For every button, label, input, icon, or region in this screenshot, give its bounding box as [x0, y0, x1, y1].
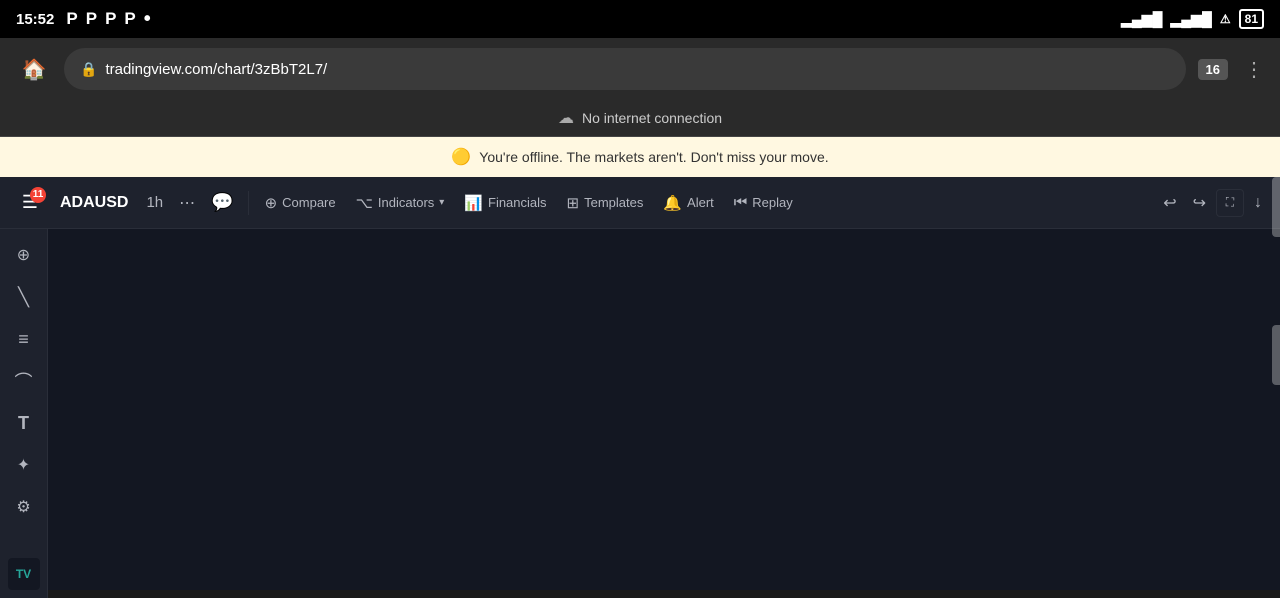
fullscreen-button[interactable]: ⛶ — [1216, 189, 1244, 217]
alert-button[interactable]: 🔔 Alert — [655, 190, 721, 216]
url-text: tradingview.com/chart/3zBbT2L7/ — [105, 61, 327, 78]
app-icon-1: P — [66, 9, 77, 29]
timeframe-button[interactable]: 1h — [140, 190, 169, 215]
sidebar-horizontal-line-button[interactable]: ≡ — [6, 321, 42, 357]
dot-indicator: • — [144, 8, 151, 31]
replay-label: Replay — [752, 195, 792, 210]
url-bar[interactable]: 🔒 tradingview.com/chart/3zBbT2L7/ — [64, 48, 1186, 90]
indicators-icon: ⌥ — [356, 194, 373, 212]
chat-icon[interactable]: 💬 — [205, 188, 239, 217]
swipe-handle-bottom — [1272, 325, 1280, 385]
indicators-button[interactable]: ⌥ Indicators ▾ — [348, 190, 453, 216]
status-bar: 15:52 P P P P • ▂▄▆█ ▂▄▆█ ⚠ 81 — [0, 0, 1280, 38]
warning-triangle-icon: ⚠ — [1220, 12, 1231, 26]
toolbar-separator — [248, 191, 249, 215]
browser-bar: 🏠 🔒 tradingview.com/chart/3zBbT2L7/ 16 ⋮ — [0, 38, 1280, 100]
battery-indicator: 81 — [1239, 9, 1264, 29]
warning-text: You're offline. The markets aren't. Don'… — [479, 149, 828, 165]
lock-icon: 🔒 — [80, 61, 97, 78]
app-icons: P P P P • — [66, 8, 150, 31]
home-button[interactable]: 🏠 — [16, 51, 52, 87]
compare-icon: ⊕ — [265, 194, 278, 212]
app-icon-2: P — [86, 9, 97, 29]
tradingview-logo: TV — [8, 558, 40, 590]
chart-container: 🟡 You're offline. The markets aren't. Do… — [0, 137, 1280, 590]
status-right: ▂▄▆█ ▂▄▆█ ⚠ 81 — [1121, 9, 1264, 29]
financials-button[interactable]: 📊 Financials — [456, 190, 554, 216]
compare-button[interactable]: ⊕ Compare — [257, 190, 344, 216]
alert-bell-icon: 🔔 — [663, 194, 682, 212]
sidebar-line-button[interactable]: ╲ — [6, 279, 42, 315]
app-icon-3: P — [105, 9, 116, 29]
tab-count[interactable]: 16 — [1198, 59, 1228, 80]
redo-button[interactable]: ↪ — [1187, 189, 1212, 217]
sidebar-multi-tool-button[interactable]: ⚙ — [6, 489, 42, 525]
symbol-label[interactable]: ADAUSD — [60, 194, 128, 212]
sidebar-node-button[interactable]: ✦ — [6, 447, 42, 483]
financials-icon: 📊 — [464, 194, 483, 212]
undo-button[interactable]: ↩ — [1157, 189, 1182, 217]
browser-menu-button[interactable]: ⋮ — [1244, 57, 1264, 82]
hamburger-button[interactable]: ☰ 11 — [12, 185, 48, 221]
sidebar-text-button[interactable]: T — [6, 405, 42, 441]
templates-icon: ⊞ — [567, 194, 580, 212]
offline-warning-bar: 🟡 You're offline. The markets aren't. Do… — [0, 137, 1280, 177]
app-icon-4: P — [124, 9, 135, 29]
offline-text: No internet connection — [582, 110, 722, 126]
cloud-offline-icon: ☁ — [558, 108, 574, 128]
notification-badge: 11 — [30, 187, 46, 203]
replay-icon: ⏮ — [734, 194, 748, 211]
offline-banner: ☁ No internet connection — [0, 100, 1280, 137]
signal-icon-2: ▂▄▆█ — [1171, 11, 1212, 28]
toolbar-right: ↩ ↪ ⛶ ↓ — [1157, 189, 1268, 217]
more-options-icon[interactable]: ⋯ — [173, 189, 201, 217]
left-sidebar: ⊕ ╲ ≡ ⌒ T ✦ ⚙ TV — [0, 229, 48, 598]
templates-button[interactable]: ⊞ Templates — [559, 190, 652, 216]
indicators-chevron-icon: ▾ — [439, 197, 444, 208]
sidebar-crosshair-button[interactable]: ⊕ — [6, 237, 42, 273]
sidebar-curve-button[interactable]: ⌒ — [6, 363, 42, 399]
indicators-label: Indicators — [378, 195, 434, 210]
warning-icon: 🟡 — [451, 147, 471, 167]
signal-icon: ▂▄▆█ — [1121, 11, 1162, 28]
financials-label: Financials — [488, 195, 547, 210]
swipe-handle-top — [1272, 177, 1280, 237]
status-time: 15:52 — [16, 11, 54, 28]
compare-label: Compare — [282, 195, 335, 210]
sidebar-bottom: TV — [8, 558, 40, 590]
replay-button[interactable]: ⏮ Replay — [726, 190, 801, 215]
templates-label: Templates — [584, 195, 643, 210]
chart-toolbar: ☰ 11 ADAUSD 1h ⋯ 💬 ⊕ Compare ⌥ Indicator… — [0, 177, 1280, 229]
more-button[interactable]: ↓ — [1248, 190, 1268, 216]
alert-label: Alert — [687, 195, 714, 210]
